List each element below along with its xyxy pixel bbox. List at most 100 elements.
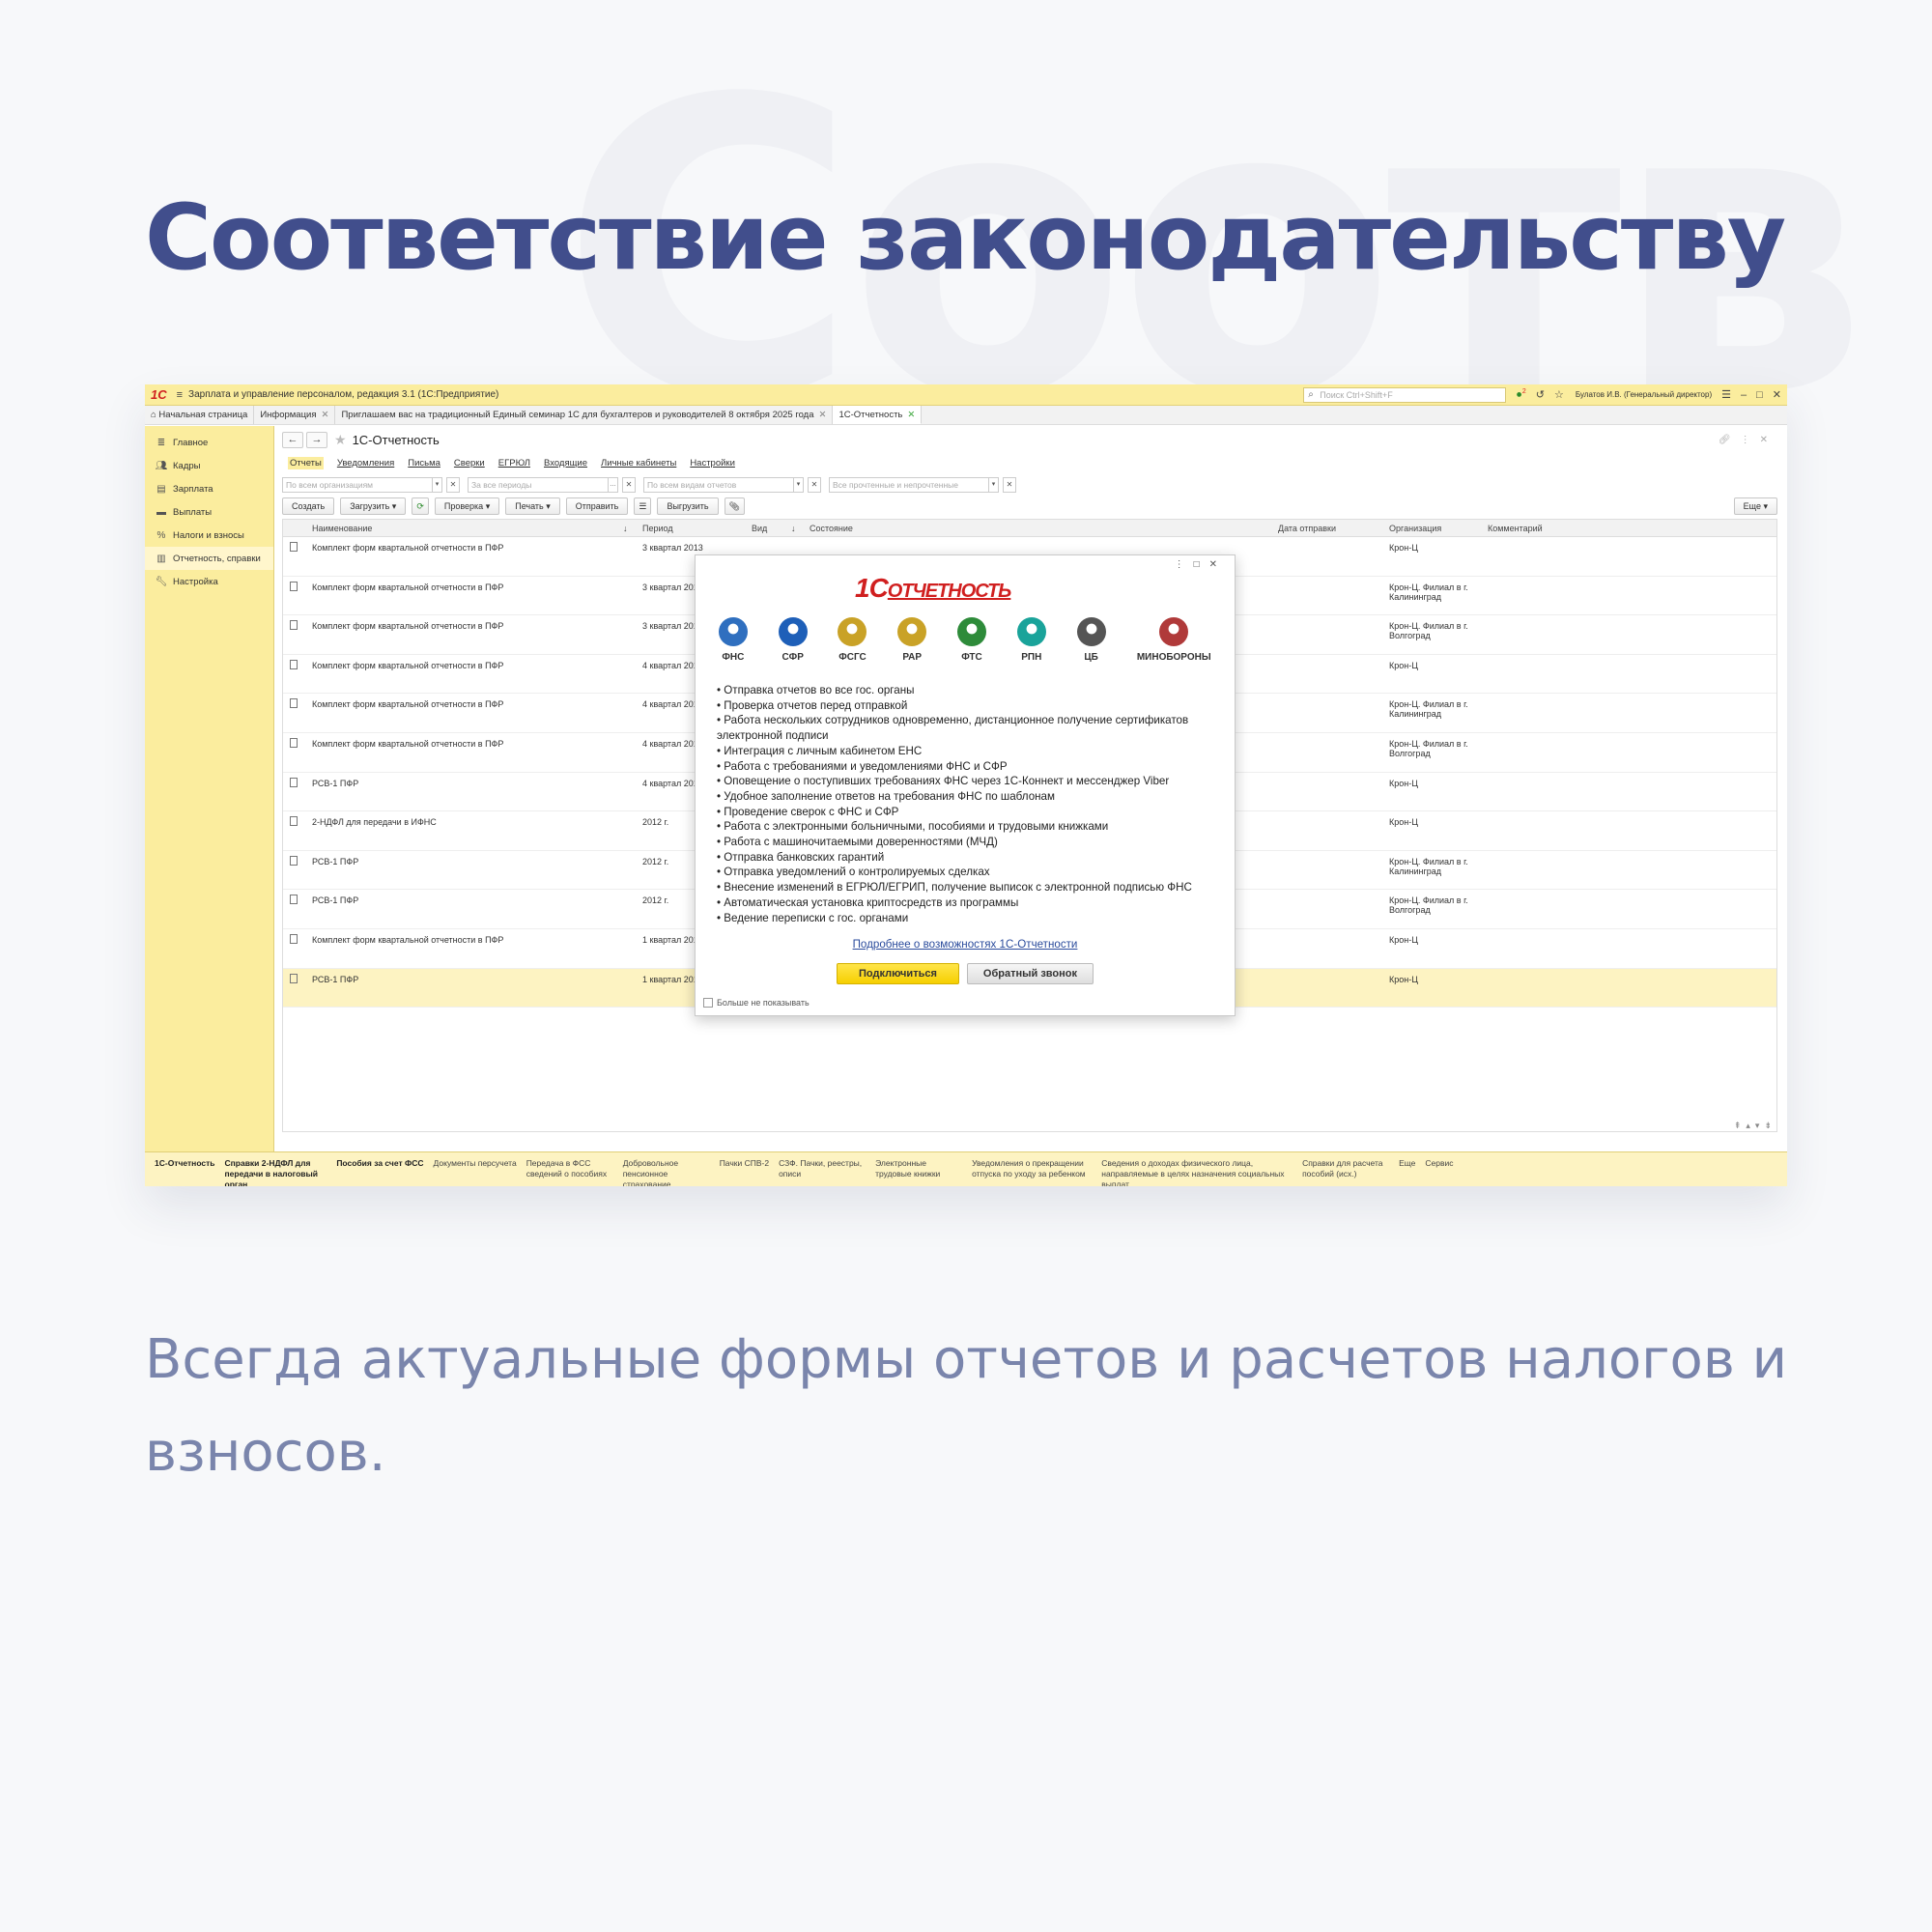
bottom-command-item[interactable]: Уведомления о прекращении отпуска по ухо… [972,1158,1092,1180]
refresh-icon[interactable]: ⟳ [412,497,429,515]
bottom-command-item[interactable]: Сведения о доходах физического лица, нап… [1101,1158,1293,1186]
dialog-controls[interactable]: ⋮□✕ [1175,559,1227,570]
sidebar-item-settings[interactable]: 🔧︎ Настройка [145,570,273,593]
more-button[interactable]: Еще ▾ [1733,497,1777,515]
agency-label: ЦБ [1084,652,1098,663]
dont-show-label: Больше не показывать [717,998,810,1008]
scroll-buttons[interactable]: ⇞▴▾⇟ [1734,1121,1776,1131]
subtab-settings[interactable]: Настройки [690,458,735,469]
bottom-command-item[interactable]: Еще [1399,1158,1415,1180]
logo-sub: ОТЧЕТНОСТЬ [887,581,1012,602]
load-button[interactable]: Загрузить ▾ [340,497,407,515]
state-filter[interactable]: Все прочтенные и непрочтенные ▾ [829,476,999,493]
bottom-command-item[interactable]: 1С-Отчетность [155,1158,215,1180]
bottom-command-item[interactable]: Добровольное пенсионное страхование [623,1158,710,1186]
clear-filter-icon[interactable]: ✕ [808,476,821,493]
settings-menu-icon[interactable]: ☰ [1721,388,1731,401]
export-button[interactable]: Выгрузить [657,497,719,515]
global-search-input[interactable]: Поиск Ctrl+Shift+F [1303,386,1507,403]
back-arrow-icon[interactable]: ← [282,431,303,448]
dialog-buttons: Подключиться Обратный звонок [696,963,1235,984]
row-name: Комплект форм квартальной отчетности в П… [312,660,504,670]
sidebar-item-payments[interactable]: ▬ Выплаты [145,500,273,524]
col-sent-date[interactable]: Дата отправки [1278,524,1336,533]
bottom-command-item[interactable]: Сервис [1425,1158,1453,1180]
document-icon [290,973,298,983]
sort-icon[interactable]: ↓ [791,524,796,533]
sort-icon[interactable]: ↓ [623,524,628,533]
connect-button[interactable]: Подключиться [836,963,959,984]
history-icon[interactable]: ↺ [1536,388,1545,401]
sidebar-item-reports[interactable]: ▥ Отчетность, справки [145,547,273,570]
favorites-icon[interactable]: ☆ [1554,388,1564,401]
chevron-down-icon[interactable]: ▾ [988,477,998,492]
hamburger-menu-icon[interactable]: ≡ [177,389,183,401]
tab-info[interactable]: Информация ✕ [254,406,336,424]
bottom-command-item[interactable]: Справки 2-НДФЛ для передачи в налоговый … [225,1158,327,1186]
subtab-notices[interactable]: Уведомления [337,458,394,469]
create-button[interactable]: Создать [282,497,335,515]
callback-button[interactable]: Обратный звонок [966,963,1094,984]
send-button[interactable]: Отправить [565,497,629,515]
form-actions-icons[interactable]: 🔗︎⋮✕ [1719,435,1777,445]
col-period[interactable]: Период [642,524,673,533]
col-state[interactable]: Состояние [810,524,853,533]
ellipsis-icon[interactable]: … [608,477,617,492]
sidebar-item-label: Отчетность, справки [173,553,261,564]
close-tab-icon[interactable]: ✕ [819,410,827,420]
sidebar-item-taxes[interactable]: % Налоги и взносы [145,524,273,547]
subtab-reports[interactable]: Отчеты [288,456,324,469]
maximize-icon[interactable]: □ [1756,389,1763,401]
subtab-egrul[interactable]: ЕГРЮЛ [498,458,530,469]
list-icon[interactable]: ☰ [634,497,652,515]
close-tab-icon[interactable]: ✕ [321,410,328,420]
agency-label: ФТС [961,652,982,663]
kind-filter[interactable]: По всем видам отчетов ▾ [643,476,804,493]
sidebar-item-hr[interactable]: 👥︎ Кадры [145,454,273,477]
bottom-command-item[interactable]: Пособия за счет ФСС [336,1158,423,1180]
subtab-incoming[interactable]: Входящие [544,458,587,469]
subtab-personal-accounts[interactable]: Личные кабинеты [601,458,676,469]
dont-show-checkbox[interactable]: Больше не показывать [703,998,810,1008]
checkbox-icon[interactable] [703,998,713,1008]
minimize-icon[interactable]: – [1741,389,1747,401]
chevron-down-icon[interactable]: ▾ [793,477,803,492]
row-org: Крон-Ц. Филиал в г. Волгоград [1389,621,1468,641]
tab-seminar[interactable]: Приглашаем вас на традиционный Единый се… [335,406,834,424]
row-org: Крон-Ц. Филиал в г. Волгоград [1389,895,1468,916]
close-tab-icon[interactable]: ✕ [907,410,915,420]
col-comment[interactable]: Комментарий [1488,524,1543,533]
clear-filter-icon[interactable]: ✕ [446,476,460,493]
print-button[interactable]: Печать ▾ [505,497,560,515]
org-filter[interactable]: По всем организациям ▾ [282,476,442,493]
1c-reporting-dialog: ⋮□✕ 1СОТЧЕТНОСТЬ ФНС СФР ФСГС РАР ФТС РПН ЦБ МИ… [695,554,1236,1016]
subtab-reconciliations[interactable]: Сверки [454,458,485,469]
agency-label: ФНС [722,652,745,663]
attachment-icon[interactable]: 📎︎ [724,497,746,515]
subtab-letters[interactable]: Письма [408,458,440,469]
sidebar-item-main[interactable]: ≣ Главное [145,431,273,454]
favorite-star-icon[interactable]: ★ [334,432,347,448]
bottom-command-item[interactable]: СЗФ. Пачки, реестры, описи [779,1158,866,1180]
chevron-down-icon[interactable]: ▾ [432,477,441,492]
col-org[interactable]: Организация [1389,524,1441,533]
col-name[interactable]: Наименование [312,524,372,533]
forward-arrow-icon[interactable]: → [306,431,327,448]
bottom-command-item[interactable]: Документы персучета [434,1158,517,1180]
bottom-command-item[interactable]: Передача в ФСС сведений о пособиях [526,1158,613,1180]
notifications-icon[interactable]: ●2 [1516,388,1526,401]
tab-1c-reporting[interactable]: 1С-Отчетность ✕ [833,406,923,424]
clear-filter-icon[interactable]: ✕ [622,476,636,493]
bottom-command-item[interactable]: Пачки СПВ-2 [720,1158,769,1180]
sidebar-item-salary[interactable]: ▤ Зарплата [145,477,273,500]
more-info-link[interactable]: Подробнее о возможностях 1С-Отчетности [696,938,1235,951]
period-filter[interactable]: За все периоды… [468,476,618,493]
check-button[interactable]: Проверка ▾ [434,497,500,515]
col-kind[interactable]: Вид [752,524,767,533]
bottom-command-item[interactable]: Справки для расчета пособий (исх.) [1302,1158,1389,1180]
bottom-command-item[interactable]: Электронные трудовые книжки [875,1158,962,1180]
tab-home[interactable]: ⌂ Начальная страница [145,406,255,424]
clear-filter-icon[interactable]: ✕ [1003,476,1016,493]
current-user[interactable]: Булатов И.В. (Генеральный директор) [1576,390,1712,399]
close-icon[interactable]: ✕ [1773,388,1781,401]
